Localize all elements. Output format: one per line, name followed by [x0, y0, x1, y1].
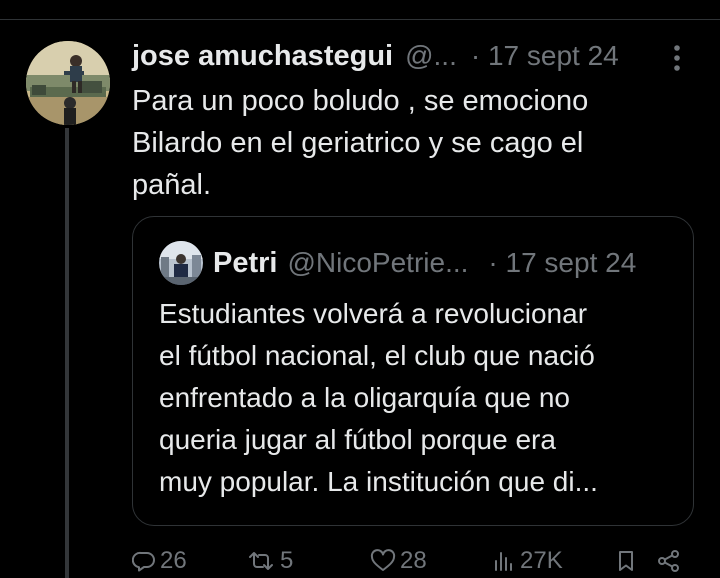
retweet-count: 5: [280, 547, 294, 574]
quote-avatar[interactable]: [159, 241, 203, 285]
tweet-text-line: Para un poco boludo , se emociono: [132, 85, 589, 117]
quote-text-line: queria jugar al fútbol porque era: [159, 424, 556, 455]
top-divider: [0, 0, 720, 20]
reply-button[interactable]: 26: [132, 544, 187, 578]
quote-text: Estudiantes volverá a revolucionar el fú…: [159, 293, 679, 503]
quote-text-line: Estudiantes volverá a revolucionar: [159, 298, 588, 329]
reply-count: 26: [160, 547, 187, 574]
quote-author-display-name[interactable]: Petri: [213, 247, 277, 280]
more-button[interactable]: [664, 40, 690, 76]
quote-text-line: enfrentado a la oligarquía que no: [159, 382, 570, 413]
quote-text-line: muy popular. La institución que di...: [159, 466, 598, 497]
quoted-tweet-card[interactable]: Petri @NicoPetrie... · 17 sept 24 Estudi…: [132, 216, 694, 526]
tweet-text-line: Bilardo en el geriatrico y se cago el: [132, 127, 584, 159]
retweet-icon: [249, 552, 273, 570]
analytics-icon: [495, 552, 512, 571]
tweet-date[interactable]: · 17 sept 24: [471, 40, 619, 72]
share-button[interactable]: [656, 544, 682, 578]
like-count: 28: [400, 547, 427, 574]
tweet-text: Para un poco boludo , se emociono Bilard…: [132, 80, 692, 206]
views-count: 27K: [520, 547, 563, 574]
tweet-header: jose amuchastegui @... · 17 sept 24: [132, 36, 619, 76]
quote-author-handle[interactable]: @NicoPetrie...: [287, 247, 468, 279]
tweet-text-line: pañal.: [132, 169, 212, 201]
quote-header: Petri @NicoPetrie... · 17 sept 24: [213, 243, 636, 283]
avatar[interactable]: [26, 41, 110, 125]
quote-date[interactable]: · 17 sept 24: [488, 247, 636, 279]
author-handle[interactable]: @...: [405, 40, 457, 72]
bookmark-button[interactable]: [614, 544, 638, 578]
thread-line: [65, 128, 69, 578]
retweet-button[interactable]: 5: [246, 544, 293, 578]
bookmark-icon: [619, 551, 633, 571]
quote-text-line: el fútbol nacional, el club que nació: [159, 340, 595, 371]
action-bar: 26 5 28 27K: [132, 544, 692, 578]
profile-photo-icon: [159, 241, 203, 285]
heart-icon: [370, 549, 396, 571]
share-icon: [658, 550, 679, 572]
profile-photo-icon: [26, 41, 110, 125]
reply-icon: [132, 551, 155, 572]
views-button[interactable]: 27K: [492, 544, 563, 578]
author-display-name[interactable]: jose amuchastegui: [132, 40, 393, 73]
more-vertical-icon: [674, 45, 680, 71]
like-button[interactable]: 28: [370, 544, 427, 578]
